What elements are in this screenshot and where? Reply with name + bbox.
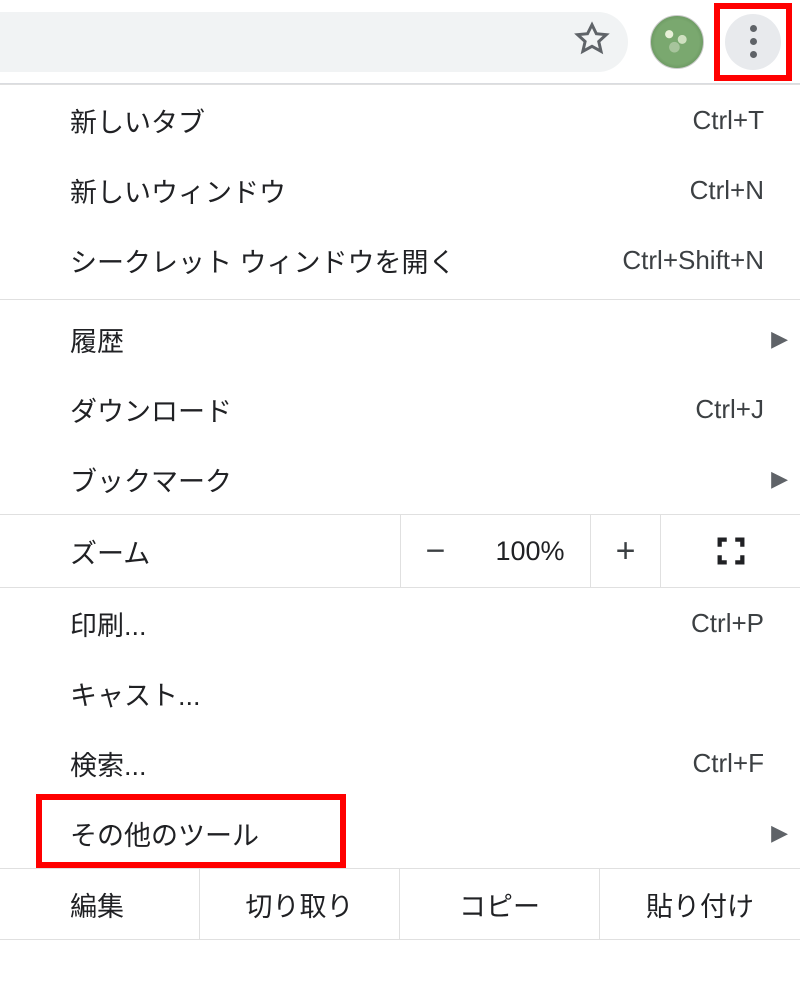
menu-shortcut: Ctrl+J [695,394,764,425]
zoom-label: ズーム [0,532,400,571]
edit-paste-button[interactable]: 貼り付け [600,869,800,939]
kebab-dot-icon [750,38,757,45]
menu-item-new-tab[interactable]: 新しいタブ Ctrl+T [0,85,800,155]
menu-item-cast[interactable]: キャスト... [0,658,800,728]
fullscreen-button[interactable] [660,515,800,587]
menu-shortcut: Ctrl+N [690,175,764,206]
fullscreen-icon [714,534,748,568]
menu-shortcut: Ctrl+F [693,748,765,779]
chevron-right-icon: ▶ [771,326,788,352]
menu-item-edit: 編集 切り取り コピー 貼り付け [0,868,800,940]
kebab-dot-icon [750,25,757,32]
menu-label: ブックマーク [70,460,772,499]
edit-cut-button[interactable]: 切り取り [200,869,400,939]
profile-avatar[interactable] [650,15,704,69]
chrome-menu: 新しいタブ Ctrl+T 新しいウィンドウ Ctrl+N シークレット ウィンド… [0,84,800,940]
menu-item-zoom: ズーム − 100% + [0,514,800,588]
menu-item-bookmarks[interactable]: ブックマーク ▶ [0,444,800,514]
menu-item-new-window[interactable]: 新しいウィンドウ Ctrl+N [0,155,800,225]
bookmark-star-icon[interactable] [574,21,610,62]
menu-item-history[interactable]: 履歴 ▶ [0,304,800,374]
menu-label: その他のツール [70,814,772,853]
menu-label: 検索... [70,744,693,783]
kebab-menu-button[interactable] [725,14,781,70]
menu-label: ダウンロード [70,390,695,429]
chevron-right-icon: ▶ [771,466,788,492]
highlight-menu-button [714,3,792,81]
edit-copy-button[interactable]: コピー [400,869,600,939]
menu-separator [0,299,800,300]
browser-toolbar [0,0,800,84]
chevron-right-icon: ▶ [771,820,788,846]
omnibox-right[interactable] [0,12,628,72]
menu-item-downloads[interactable]: ダウンロード Ctrl+J [0,374,800,444]
menu-label: 履歴 [70,320,772,359]
zoom-out-button[interactable]: − [400,515,470,587]
menu-label: キャスト... [70,674,772,713]
menu-item-find[interactable]: 検索... Ctrl+F [0,728,800,798]
menu-shortcut: Ctrl+T [693,105,765,136]
menu-item-incognito[interactable]: シークレット ウィンドウを開く Ctrl+Shift+N [0,225,800,295]
menu-label: 印刷... [70,604,691,643]
edit-label: 編集 [0,869,200,939]
menu-shortcut: Ctrl+Shift+N [622,245,764,276]
zoom-value: 100% [470,536,590,567]
zoom-in-button[interactable]: + [590,515,660,587]
menu-label: 新しいウィンドウ [70,171,690,210]
menu-label: シークレット ウィンドウを開く [70,241,622,280]
menu-item-more-tools[interactable]: その他のツール ▶ [0,798,800,868]
menu-item-print[interactable]: 印刷... Ctrl+P [0,588,800,658]
menu-label: 新しいタブ [70,101,693,140]
kebab-dot-icon [750,51,757,58]
menu-shortcut: Ctrl+P [691,608,764,639]
